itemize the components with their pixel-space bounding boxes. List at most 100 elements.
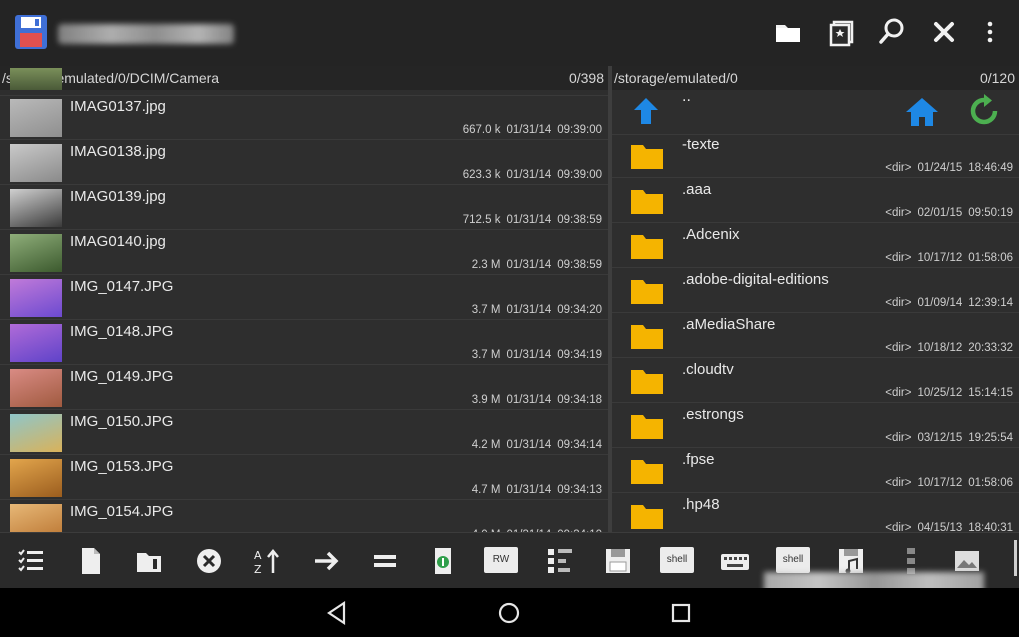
folder-icon bbox=[630, 278, 664, 305]
file-size: 3.9 M bbox=[471, 394, 501, 406]
file-name: IMG_0153.JPG bbox=[70, 458, 174, 475]
shell-icon[interactable]: shell bbox=[660, 547, 694, 573]
file-meta: 3.7 M 01/31/14 09:34:20 bbox=[466, 304, 602, 316]
table-row[interactable]: IMG_0149.JPG 3.9 M 01/31/14 09:34:18 bbox=[0, 366, 608, 410]
folder-icon bbox=[630, 368, 664, 395]
folder-icon bbox=[630, 143, 664, 170]
folder-name: .Adcenix bbox=[682, 226, 740, 243]
image-thumbnail bbox=[10, 459, 62, 497]
folder-kind: <dir> bbox=[885, 162, 912, 174]
list-item[interactable]: .adobe-digital-editions <dir> 01/09/14 12:3… bbox=[612, 269, 1019, 313]
list-item[interactable]: .estrongs <dir> 03/12/15 19:25:54 bbox=[612, 404, 1019, 448]
folder-kind: <dir> bbox=[885, 432, 912, 444]
search-icon[interactable] bbox=[876, 16, 908, 48]
folder-date: 01/09/14 bbox=[917, 297, 963, 309]
table-row[interactable]: IMAG0138.jpg 623.3 k 01/31/14 09:39:00 bbox=[0, 141, 608, 185]
list-item[interactable]: .aaa <dir> 02/01/15 09:50:19 bbox=[612, 179, 1019, 223]
folder-kind: <dir> bbox=[885, 342, 912, 354]
keyboard-icon[interactable] bbox=[720, 546, 750, 576]
file-time: 09:39:00 bbox=[557, 169, 602, 181]
home-nav-icon[interactable] bbox=[496, 600, 522, 626]
table-row[interactable]: IMAG0137.jpg 667.0 k 01/31/14 09:39:00 bbox=[0, 96, 608, 140]
overflow-menu-icon[interactable] bbox=[974, 16, 1006, 48]
folder-time: 12:39:14 bbox=[968, 297, 1013, 309]
table-row[interactable]: IMG_0154.JPG4.0 M01/31/1409:34:10 bbox=[0, 501, 608, 532]
file-name: IMAG0140.jpg bbox=[70, 233, 166, 250]
folder-icon bbox=[630, 323, 664, 350]
rw-icon[interactable]: RW bbox=[484, 547, 518, 573]
list-item[interactable]: .Adcenix <dir> 10/17/12 01:58:06 bbox=[612, 224, 1019, 268]
close-icon[interactable] bbox=[928, 16, 960, 48]
folder-icon[interactable] bbox=[772, 16, 804, 48]
save-icon[interactable] bbox=[603, 546, 633, 576]
image-thumbnail bbox=[10, 144, 62, 182]
folder-time: 18:46:49 bbox=[968, 162, 1013, 174]
folder-meta: <dir> 10/18/12 20:33:32 bbox=[879, 342, 1013, 354]
parent-label: .. bbox=[682, 88, 691, 105]
sd-card-icon[interactable] bbox=[428, 546, 458, 576]
home-icon[interactable] bbox=[904, 96, 940, 128]
folder-time: 20:33:32 bbox=[968, 342, 1013, 354]
checklist-icon[interactable] bbox=[16, 546, 46, 576]
back-icon[interactable] bbox=[324, 600, 350, 626]
recents-icon[interactable] bbox=[668, 600, 694, 626]
table-row[interactable]: IMG_0153.JPG 4.7 M 01/31/14 09:34:13 bbox=[0, 456, 608, 500]
list-item[interactable]: .cloudtv <dir> 10/25/12 15:14:15 bbox=[612, 359, 1019, 403]
copy-arrow-icon[interactable] bbox=[312, 546, 342, 576]
image-thumbnail bbox=[10, 68, 62, 90]
file-name: IMG_0154.JPG bbox=[70, 503, 174, 520]
table-row[interactable]: IMAG0139.jpg 712.5 k 01/31/14 09:38:59 bbox=[0, 186, 608, 230]
parent-directory-row[interactable]: .. bbox=[612, 88, 1019, 135]
table-row[interactable]: IMAG0140.jpg 2.3 M 01/31/14 09:38:59 bbox=[0, 231, 608, 275]
table-row[interactable]: IMG_0147.JPG 3.7 M 01/31/14 09:34:20 bbox=[0, 276, 608, 320]
folder-time: 15:14:15 bbox=[968, 387, 1013, 399]
folder-meta: <dir> 10/17/12 01:58:06 bbox=[879, 477, 1013, 489]
sort-icon[interactable]: AZ bbox=[252, 546, 282, 576]
refresh-icon[interactable] bbox=[968, 94, 1000, 128]
equal-icon[interactable] bbox=[370, 546, 400, 576]
list-item[interactable]: .fpse <dir> 10/17/12 01:58:06 bbox=[612, 449, 1019, 493]
folder-name: .cloudtv bbox=[682, 361, 734, 378]
table-row[interactable]: IMG_0150.JPG 4.2 M 01/31/14 09:34:14 bbox=[0, 411, 608, 455]
image-thumbnail bbox=[10, 414, 62, 452]
folder-icon bbox=[630, 413, 664, 440]
list-item[interactable]: .hp48 <dir> 04/15/13 18:40:31 bbox=[612, 494, 1019, 532]
file-size: 667.0 k bbox=[462, 124, 501, 136]
left-file-pane[interactable]: /storage/emulated/0/DCIM/Camera 0/398 IM… bbox=[0, 66, 608, 532]
list-item-partial[interactable] bbox=[0, 66, 608, 96]
folder-meta: <dir> 10/25/12 15:14:15 bbox=[879, 387, 1013, 399]
folder-meta: <dir> 01/24/15 18:46:49 bbox=[879, 162, 1013, 174]
right-file-pane[interactable]: /storage/emulated/0 0/120 .. -texte <dir>… bbox=[612, 66, 1019, 532]
image-thumbnail bbox=[10, 369, 62, 407]
file-date: 01/31/14 bbox=[506, 304, 552, 316]
file-meta: 623.3 k 01/31/14 09:39:00 bbox=[457, 169, 602, 181]
file-name: IMG_0149.JPG bbox=[70, 368, 174, 385]
folder-kind: <dir> bbox=[885, 252, 912, 264]
file-size: 2.3 M bbox=[471, 259, 501, 271]
file-meta: 4.7 M 01/31/14 09:34:13 bbox=[466, 484, 602, 496]
folder-kind: <dir> bbox=[885, 477, 912, 489]
floppy-disk-icon[interactable] bbox=[14, 14, 48, 50]
file-size: 3.7 M bbox=[471, 349, 501, 361]
folder-time: 01:58:06 bbox=[968, 252, 1013, 264]
up-arrow-icon[interactable] bbox=[632, 96, 660, 126]
file-meta: 2.3 M 01/31/14 09:38:59 bbox=[466, 259, 602, 271]
navigation-bar bbox=[0, 588, 1019, 637]
cancel-icon[interactable] bbox=[194, 546, 224, 576]
folder-meta: <dir> 04/15/13 18:40:31 bbox=[879, 522, 1013, 532]
new-file-icon[interactable] bbox=[76, 546, 106, 576]
folder-date: 10/17/12 bbox=[917, 252, 963, 264]
folder-name: -texte bbox=[682, 136, 720, 153]
binary-icon[interactable] bbox=[546, 546, 576, 576]
folder-icon bbox=[630, 458, 664, 485]
file-date: 01/31/14 bbox=[506, 484, 552, 496]
list-item[interactable]: -texte <dir> 01/24/15 18:46:49 bbox=[612, 134, 1019, 178]
image-thumbnail bbox=[10, 234, 62, 272]
bookmark-icon[interactable] bbox=[826, 16, 858, 48]
folder-date: 02/01/15 bbox=[917, 207, 963, 219]
shell-icon-2[interactable]: shell bbox=[776, 547, 810, 573]
folder-kind: <dir> bbox=[885, 297, 912, 309]
table-row[interactable]: IMG_0148.JPG 3.7 M 01/31/14 09:34:19 bbox=[0, 321, 608, 365]
new-folder-icon[interactable] bbox=[134, 546, 164, 576]
list-item[interactable]: .aMediaShare <dir> 10/18/12 20:33:32 bbox=[612, 314, 1019, 358]
